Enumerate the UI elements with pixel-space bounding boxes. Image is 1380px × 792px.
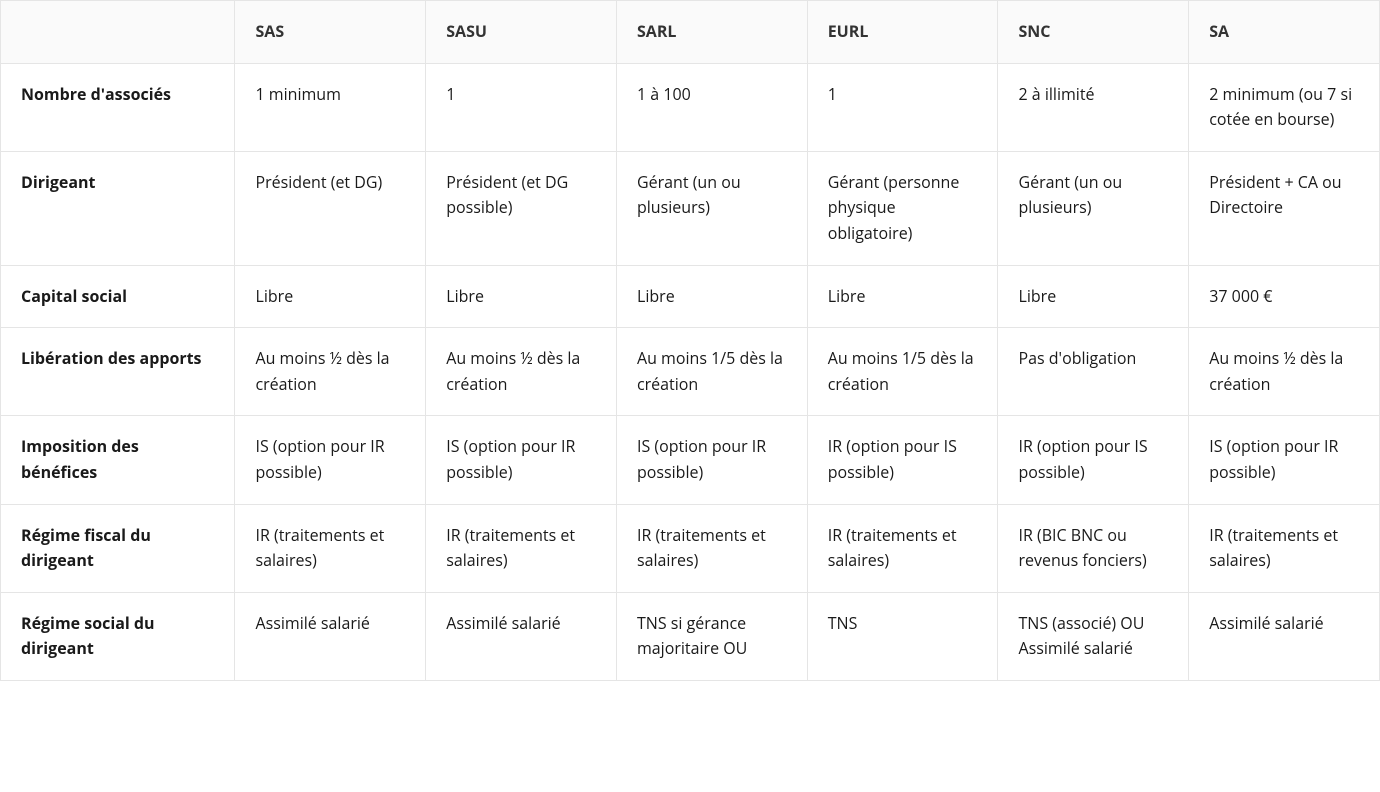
cell: Pas d'obligation [998, 328, 1189, 416]
cell: Président + CA ou Directoire [1189, 151, 1380, 265]
table-row: Régime fiscal du dirigeant IR (traitemen… [1, 504, 1380, 592]
cell: IS (option pour IR possible) [1189, 416, 1380, 504]
cell: Gérant (un ou plusieurs) [998, 151, 1189, 265]
cell: Au moins ½ dès la création [426, 328, 617, 416]
cell: 1 à 100 [616, 63, 807, 151]
row-label: Dirigeant [1, 151, 235, 265]
cell: Libre [616, 265, 807, 328]
cell: IR (BIC BNC ou revenus fonciers) [998, 504, 1189, 592]
cell: IR (traitements et salaires) [807, 504, 998, 592]
header-sa: SA [1189, 1, 1380, 64]
header-sasu: SASU [426, 1, 617, 64]
header-sas: SAS [235, 1, 426, 64]
table-row: Dirigeant Président (et DG) Président (e… [1, 151, 1380, 265]
cell: Libre [426, 265, 617, 328]
row-label: Nombre d'associés [1, 63, 235, 151]
header-sarl: SARL [616, 1, 807, 64]
cell: 1 [426, 63, 617, 151]
cell: IR (traitements et salaires) [426, 504, 617, 592]
cell: Gérant (personne physique obligatoire) [807, 151, 998, 265]
cell: Assimilé salarié [1189, 592, 1380, 680]
row-label: Régime fiscal du dirigeant [1, 504, 235, 592]
cell: 1 minimum [235, 63, 426, 151]
header-snc: SNC [998, 1, 1189, 64]
cell: Assimilé salarié [426, 592, 617, 680]
row-label: Libération des apports [1, 328, 235, 416]
cell: IR (option pour IS possible) [807, 416, 998, 504]
cell: 1 [807, 63, 998, 151]
table-row: Imposition des bénéfices IS (option pour… [1, 416, 1380, 504]
cell: 2 minimum (ou 7 si cotée en bourse) [1189, 63, 1380, 151]
table-row: Régime social du dirigeant Assimilé sala… [1, 592, 1380, 680]
cell: IS (option pour IR possible) [426, 416, 617, 504]
cell: 37 000 € [1189, 265, 1380, 328]
cell: Président (et DG) [235, 151, 426, 265]
table-row: Nombre d'associés 1 minimum 1 1 à 100 1 … [1, 63, 1380, 151]
cell: TNS si gérance majoritaire OU [616, 592, 807, 680]
cell: IR (traitements et salaires) [616, 504, 807, 592]
cell: Gérant (un ou plusieurs) [616, 151, 807, 265]
cell: IS (option pour IR possible) [616, 416, 807, 504]
cell: Assimilé salarié [235, 592, 426, 680]
cell: Libre [998, 265, 1189, 328]
cell: TNS [807, 592, 998, 680]
table-row: Libération des apports Au moins ½ dès la… [1, 328, 1380, 416]
cell: Au moins 1/5 dès la création [616, 328, 807, 416]
row-label: Régime social du dirigeant [1, 592, 235, 680]
comparison-table: SAS SASU SARL EURL SNC SA Nombre d'assoc… [0, 0, 1380, 681]
cell: IR (option pour IS possible) [998, 416, 1189, 504]
cell: Au moins 1/5 dès la création [807, 328, 998, 416]
cell: Au moins ½ dès la création [235, 328, 426, 416]
table-body: Nombre d'associés 1 minimum 1 1 à 100 1 … [1, 63, 1380, 680]
cell: Libre [235, 265, 426, 328]
row-label: Imposition des bénéfices [1, 416, 235, 504]
cell: Président (et DG possible) [426, 151, 617, 265]
cell: TNS (associé) OU Assimilé salarié [998, 592, 1189, 680]
cell: IS (option pour IR possible) [235, 416, 426, 504]
cell: Au moins ½ dès la création [1189, 328, 1380, 416]
header-empty [1, 1, 235, 64]
cell: IR (traitements et salaires) [1189, 504, 1380, 592]
header-eurl: EURL [807, 1, 998, 64]
cell: Libre [807, 265, 998, 328]
cell: IR (traitements et salaires) [235, 504, 426, 592]
row-label: Capital social [1, 265, 235, 328]
table-row: Capital social Libre Libre Libre Libre L… [1, 265, 1380, 328]
cell: 2 à illimité [998, 63, 1189, 151]
table-header: SAS SASU SARL EURL SNC SA [1, 1, 1380, 64]
